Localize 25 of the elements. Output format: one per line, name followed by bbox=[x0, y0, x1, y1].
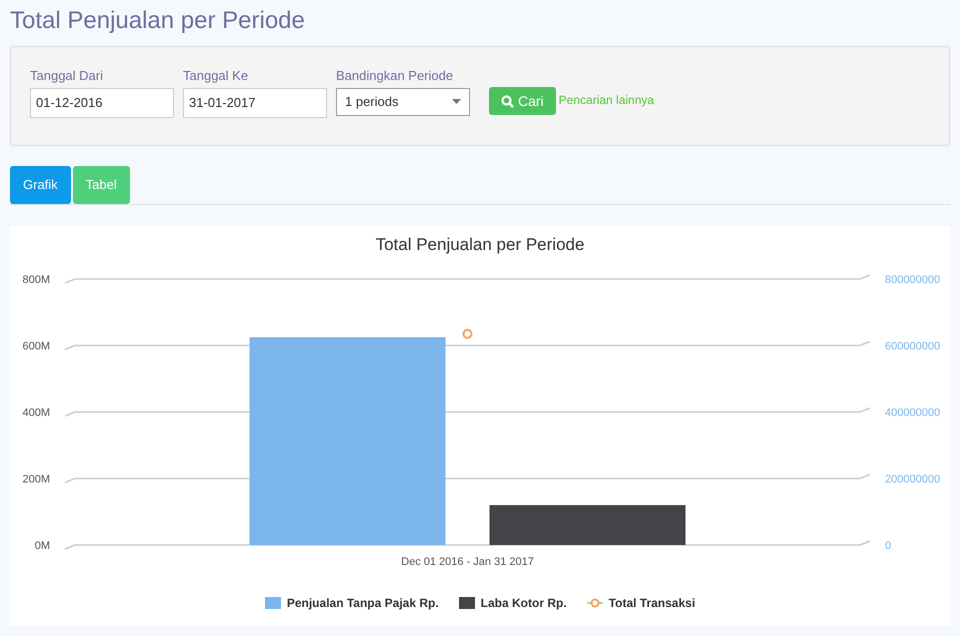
axis-label: 600000000 bbox=[885, 340, 940, 352]
caret-icon bbox=[452, 99, 461, 104]
page-title: Total Penjualan per Periode bbox=[10, 6, 306, 36]
category-label: Dec 01 2016 - Jan 31 2017 bbox=[401, 556, 534, 568]
legend-label[interactable]: Total Transaksi bbox=[608, 594, 696, 612]
date-field[interactable]: 31-01-2017 bbox=[183, 88, 327, 118]
period-select[interactable]: 1 periods bbox=[336, 88, 470, 116]
axis-label: 400M bbox=[22, 407, 50, 419]
chart-title: Total Penjualan per Periode bbox=[376, 235, 584, 254]
legend-label[interactable]: Penjualan Tanpa Pajak Rp. bbox=[286, 594, 439, 612]
legend-label[interactable]: Laba Kotor Rp. bbox=[480, 594, 567, 612]
field-label: Tanggal Dari bbox=[30, 67, 104, 85]
axis-label: 200M bbox=[22, 474, 50, 486]
axis-label: 800M bbox=[22, 274, 50, 286]
axis-label: 200000000 bbox=[885, 474, 940, 486]
field-label: Bandingkan Periode bbox=[336, 67, 454, 85]
field-label: Tanggal Ke bbox=[183, 67, 250, 85]
search-icon bbox=[501, 94, 514, 108]
axis-label: 0 bbox=[885, 540, 892, 552]
axis-label: 400000000 bbox=[885, 407, 940, 419]
axis-label: 800000000 bbox=[885, 274, 940, 286]
axis-label: 600M bbox=[22, 340, 50, 352]
data-point bbox=[462, 328, 472, 339]
axis-label: 0M bbox=[34, 540, 50, 552]
date-field[interactable]: 01-12-2016 bbox=[30, 88, 174, 118]
